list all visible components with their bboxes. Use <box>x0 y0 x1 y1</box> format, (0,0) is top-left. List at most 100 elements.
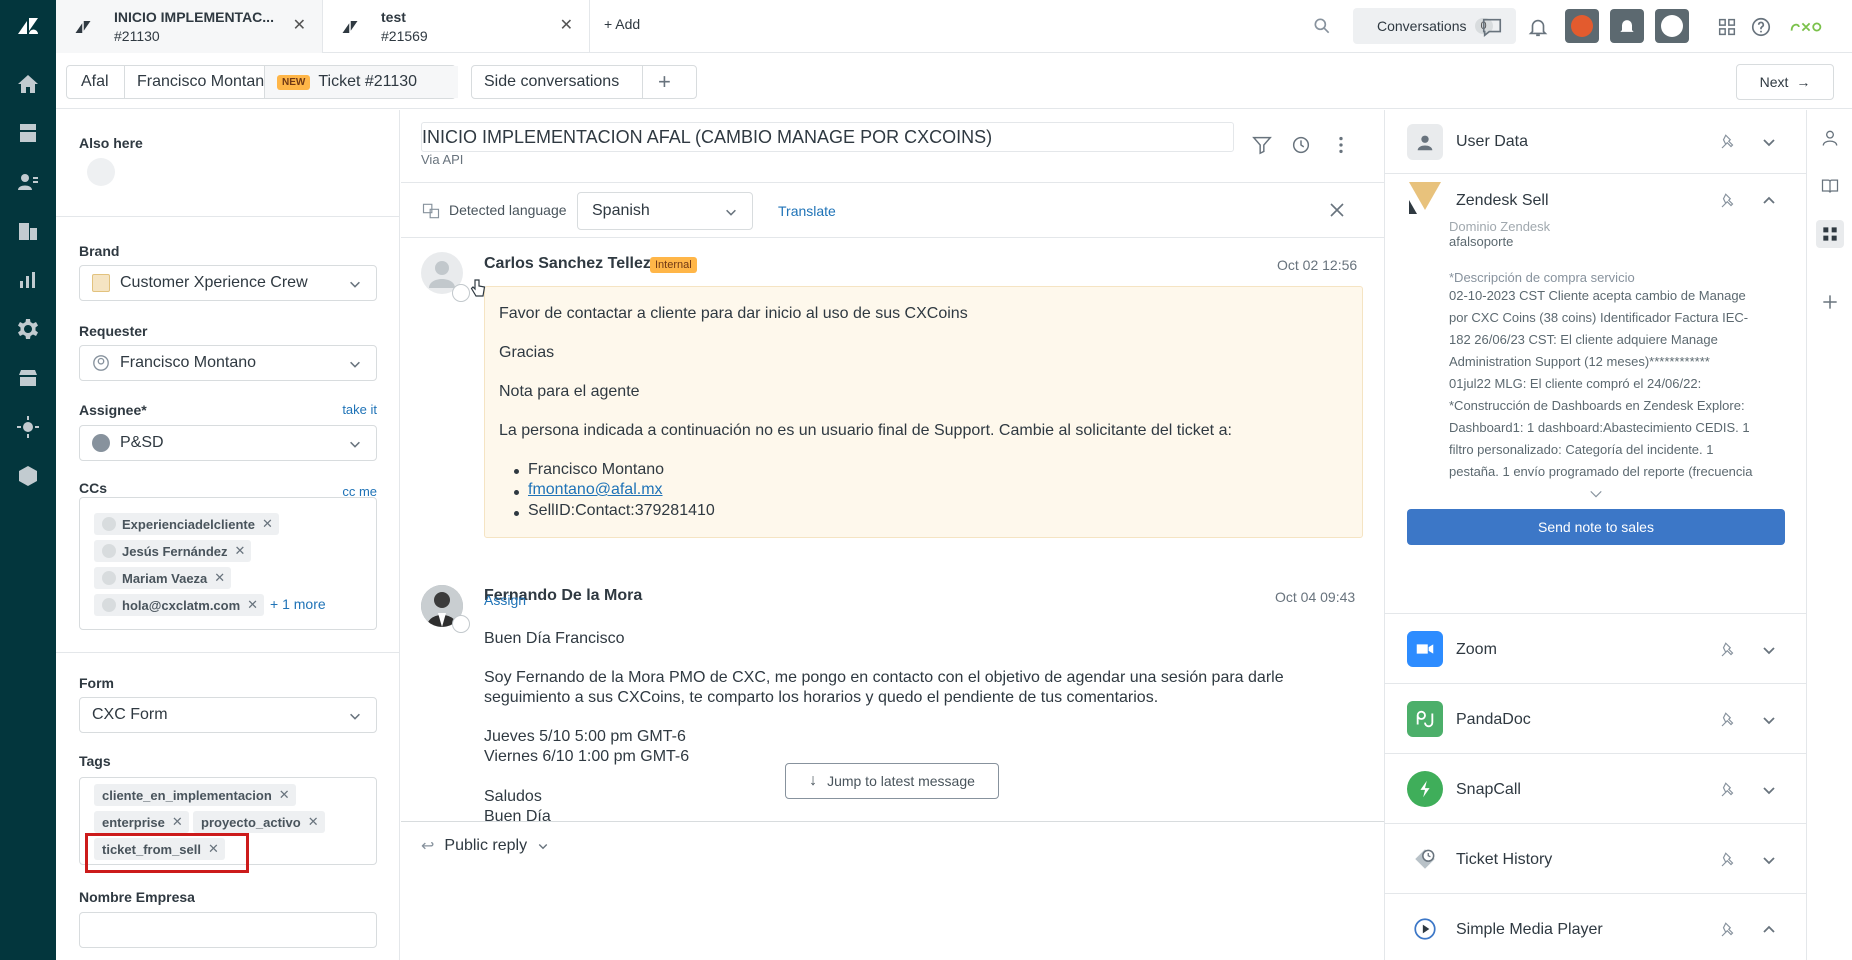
tag-chip[interactable]: enterprise ✕ <box>94 811 189 833</box>
account-logo-icon[interactable] <box>1786 11 1826 43</box>
form-select[interactable]: CXC Form <box>79 697 377 733</box>
snapcall-app[interactable]: SnapCall <box>1385 754 1807 824</box>
message-timestamp[interactable]: Oct 04 09:43 <box>1275 589 1355 605</box>
more-options-icon[interactable] <box>1330 134 1352 156</box>
translate-link[interactable]: Translate <box>778 203 836 219</box>
public-reply-selector[interactable]: ↩ Public reply <box>421 836 549 856</box>
translate-icon <box>422 203 440 219</box>
remove-icon[interactable]: ✕ <box>308 814 319 830</box>
remove-icon[interactable]: ✕ <box>247 597 258 613</box>
cc-chip[interactable]: Mariam Vaeza ✕ <box>94 567 232 589</box>
apps-panel: User Data Zendesk Sell Dominio Zendesk a… <box>1384 110 1807 960</box>
more-ccs-link[interactable]: + 1 more <box>270 596 326 612</box>
chevron-down-icon[interactable] <box>1761 712 1777 728</box>
apps-grid-icon[interactable] <box>1816 220 1844 248</box>
pin-icon[interactable] <box>1719 921 1737 939</box>
close-tab-icon[interactable]: ✕ <box>560 15 573 35</box>
language-select[interactable]: Spanish <box>577 192 753 230</box>
views-icon[interactable] <box>10 115 46 151</box>
sell-text-line: pestaña. 1 envío programado del reporte … <box>1449 464 1753 479</box>
pin-icon[interactable] <box>1719 133 1737 151</box>
ticket-history-app[interactable]: Ticket History <box>1385 824 1807 894</box>
requester-select[interactable]: Francisco Montano <box>79 345 377 381</box>
shield-app-icon[interactable] <box>1655 9 1689 43</box>
remove-icon[interactable]: ✕ <box>172 814 183 830</box>
chat-icon[interactable] <box>1476 11 1508 43</box>
jump-to-latest-button[interactable]: ↓ Jump to latest message <box>785 763 999 799</box>
viewer-avatar <box>87 158 115 186</box>
chevron-down-icon[interactable] <box>1761 852 1777 868</box>
chevron-up-icon[interactable] <box>1761 922 1777 938</box>
add-app-icon[interactable] <box>1816 288 1844 316</box>
take-it-link[interactable]: take it <box>342 402 377 417</box>
pin-icon[interactable] <box>1719 781 1737 799</box>
user-data-app[interactable]: User Data <box>1385 110 1807 174</box>
cc-chip[interactable]: Experienciadelcliente ✕ <box>94 513 279 535</box>
bell-app-icon[interactable] <box>1610 9 1644 43</box>
add-tab-button[interactable]: + Add <box>604 16 640 32</box>
filter-icon[interactable] <box>1251 134 1273 156</box>
product-tray-icon[interactable] <box>1711 11 1743 43</box>
knowledge-icon[interactable] <box>1816 172 1844 200</box>
search-icon[interactable] <box>1312 16 1332 36</box>
tag-chip[interactable]: proyecto_activo ✕ <box>193 811 325 833</box>
pin-icon[interactable] <box>1719 851 1737 869</box>
cc-chip[interactable]: hola@cxclatm.com ✕ <box>94 594 265 616</box>
sun-app-icon[interactable] <box>10 409 46 445</box>
history-icon[interactable] <box>1290 134 1312 156</box>
remove-icon[interactable]: ✕ <box>235 543 246 559</box>
chevron-down-icon[interactable] <box>1761 134 1777 150</box>
breadcrumb-requester[interactable]: Francisco Montano <box>137 66 273 98</box>
tag-chip[interactable]: cliente_en_implementacion ✕ <box>94 784 296 806</box>
admin-gear-icon[interactable] <box>10 311 46 347</box>
help-icon[interactable] <box>1745 11 1777 43</box>
customer-context-icon[interactable] <box>1816 124 1844 152</box>
chevron-down-icon[interactable] <box>1761 642 1777 658</box>
assign-link[interactable]: Assign <box>484 592 526 608</box>
nombre-empresa-input[interactable] <box>79 912 377 948</box>
chevron-up-icon[interactable] <box>1761 193 1777 209</box>
pin-icon[interactable] <box>1719 192 1737 210</box>
brand-select[interactable]: Customer Xperience Crew <box>79 265 377 301</box>
notifications-bell-icon[interactable] <box>1522 11 1554 43</box>
pin-icon[interactable] <box>1719 641 1737 659</box>
breadcrumb-ticket[interactable]: NEW Ticket #21130 <box>277 66 417 98</box>
ccs-field[interactable]: Experienciadelcliente ✕ Jesús Fernández ✕ … <box>79 497 377 630</box>
pandadoc-app[interactable]: PandaDoc <box>1385 684 1807 754</box>
side-conversations-tab[interactable]: Side conversations + <box>471 65 697 99</box>
zendesk-logo-icon[interactable] <box>10 8 46 44</box>
marketplace-icon[interactable] <box>10 360 46 396</box>
ticket-tab-21569[interactable]: test #21569 ✕ <box>323 0 590 53</box>
expand-chevron-icon[interactable] <box>1589 489 1603 499</box>
chevron-down-icon[interactable] <box>1761 782 1777 798</box>
remove-icon[interactable]: ✕ <box>214 570 225 586</box>
form-label: Form <box>79 675 114 691</box>
next-button[interactable]: Next → <box>1736 64 1834 100</box>
pin-icon[interactable] <box>1719 711 1737 729</box>
message-timestamp[interactable]: Oct 02 12:56 <box>1277 257 1357 273</box>
customers-icon[interactable] <box>10 164 46 200</box>
red-app-icon[interactable] <box>1565 9 1599 43</box>
message-line: Soy Fernando de la Mora PMO de CXC, me p… <box>484 669 1284 686</box>
home-icon[interactable] <box>10 66 46 102</box>
reply-composer[interactable]: ↩ Public reply <box>401 821 1384 960</box>
breadcrumb-organization[interactable]: Afal <box>81 66 109 98</box>
cc-chip[interactable]: Jesús Fernández ✕ <box>94 540 252 562</box>
ticket-subject-input[interactable]: INICIO IMPLEMENTACION AFAL (CAMBIO MANAG… <box>421 122 1234 152</box>
simple-media-player-app[interactable]: Simple Media Player <box>1385 894 1807 960</box>
remove-icon[interactable]: ✕ <box>262 516 273 532</box>
reporting-icon[interactable] <box>10 262 46 298</box>
cube-app-icon[interactable] <box>10 458 46 494</box>
organizations-icon[interactable] <box>10 213 46 249</box>
message-author[interactable]: Carlos Sanchez Tellez <box>484 255 651 273</box>
ticket-tab-bar: INICIO IMPLEMENTAC... #21130 ✕ test #215… <box>56 0 1852 53</box>
zoom-app[interactable]: Zoom <box>1385 614 1807 684</box>
assignee-select[interactable]: P&SD <box>79 425 377 461</box>
ticket-tab-21130[interactable]: INICIO IMPLEMENTAC... #21130 ✕ <box>56 0 323 53</box>
email-link[interactable]: fmontano@afal.mx <box>528 481 663 499</box>
add-side-conversation-icon[interactable]: + <box>658 69 671 95</box>
remove-icon[interactable]: ✕ <box>279 787 290 803</box>
close-tab-icon[interactable]: ✕ <box>293 15 306 35</box>
send-note-to-sales-button[interactable]: Send note to sales <box>1407 509 1785 545</box>
close-icon[interactable] <box>1328 201 1346 219</box>
